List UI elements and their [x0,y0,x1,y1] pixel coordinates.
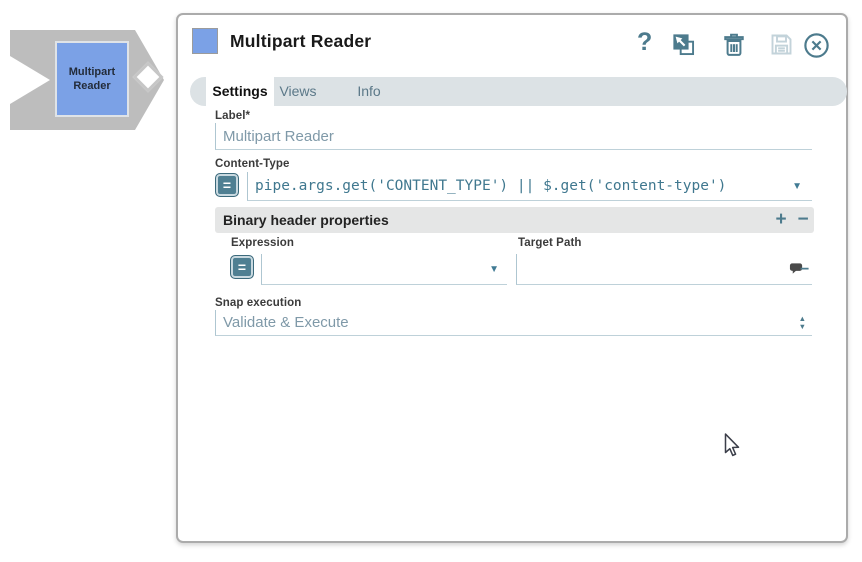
snap-settings-dialog: Multipart Reader ? [176,13,848,543]
save-icon[interactable] [768,31,795,63]
content-type-value: pipe.args.get('CONTENT_TYPE') || $.get('… [248,178,726,194]
content-type-dropdown-icon[interactable]: ▼ [792,181,802,192]
expression-input[interactable]: ▼ [261,254,507,285]
snaplogic-canvas: Multipart Reader Multipart Reader ? [0,0,862,562]
remove-row-icon[interactable]: − [794,207,812,232]
snap-execution-select[interactable]: Validate & Execute ▲ ▼ [215,310,812,336]
expression-dropdown-icon[interactable]: ▼ [489,264,499,275]
snap-execution-value: Validate & Execute [216,314,349,331]
tab-views[interactable]: Views [270,77,326,106]
tab-info[interactable]: Info [342,77,396,106]
row-remove-icon[interactable]: − [800,261,809,279]
snap-icon [192,28,218,54]
tab-strip: Settings Views Info [190,77,847,106]
content-type-label: Content-Type [215,158,289,170]
trash-icon[interactable] [720,31,748,64]
target-path-input[interactable] [516,254,812,285]
label-field-label: Label* [215,110,250,122]
row-expression-toggle[interactable]: = [230,255,254,279]
binary-header-section-bar: Binary header properties + − [215,207,814,233]
content-type-expression-toggle[interactable]: = [215,173,239,197]
label-input[interactable]: Multipart Reader [215,123,812,150]
binary-header-section-title: Binary header properties [223,207,389,233]
expand-icon[interactable] [670,31,697,63]
column-header-expression: Expression [231,237,294,249]
spinner-icon[interactable]: ▲ ▼ [799,315,806,331]
help-icon[interactable]: ? [637,28,652,57]
snap-node[interactable]: Multipart Reader [8,27,166,133]
column-header-target-path: Target Path [518,237,582,249]
label-input-value: Multipart Reader [216,128,334,145]
content-type-input[interactable]: pipe.args.get('CONTENT_TYPE') || $.get('… [247,172,812,201]
snap-execution-label: Snap execution [215,297,301,309]
snap-node-label[interactable]: Multipart Reader [55,41,129,117]
dialog-title: Multipart Reader [230,31,371,52]
spinner-down-icon[interactable]: ▼ [799,323,806,331]
mouse-cursor-icon [722,433,742,464]
close-icon[interactable] [802,31,831,65]
tab-settings[interactable]: Settings [206,77,274,106]
add-row-icon[interactable]: + [772,207,790,232]
